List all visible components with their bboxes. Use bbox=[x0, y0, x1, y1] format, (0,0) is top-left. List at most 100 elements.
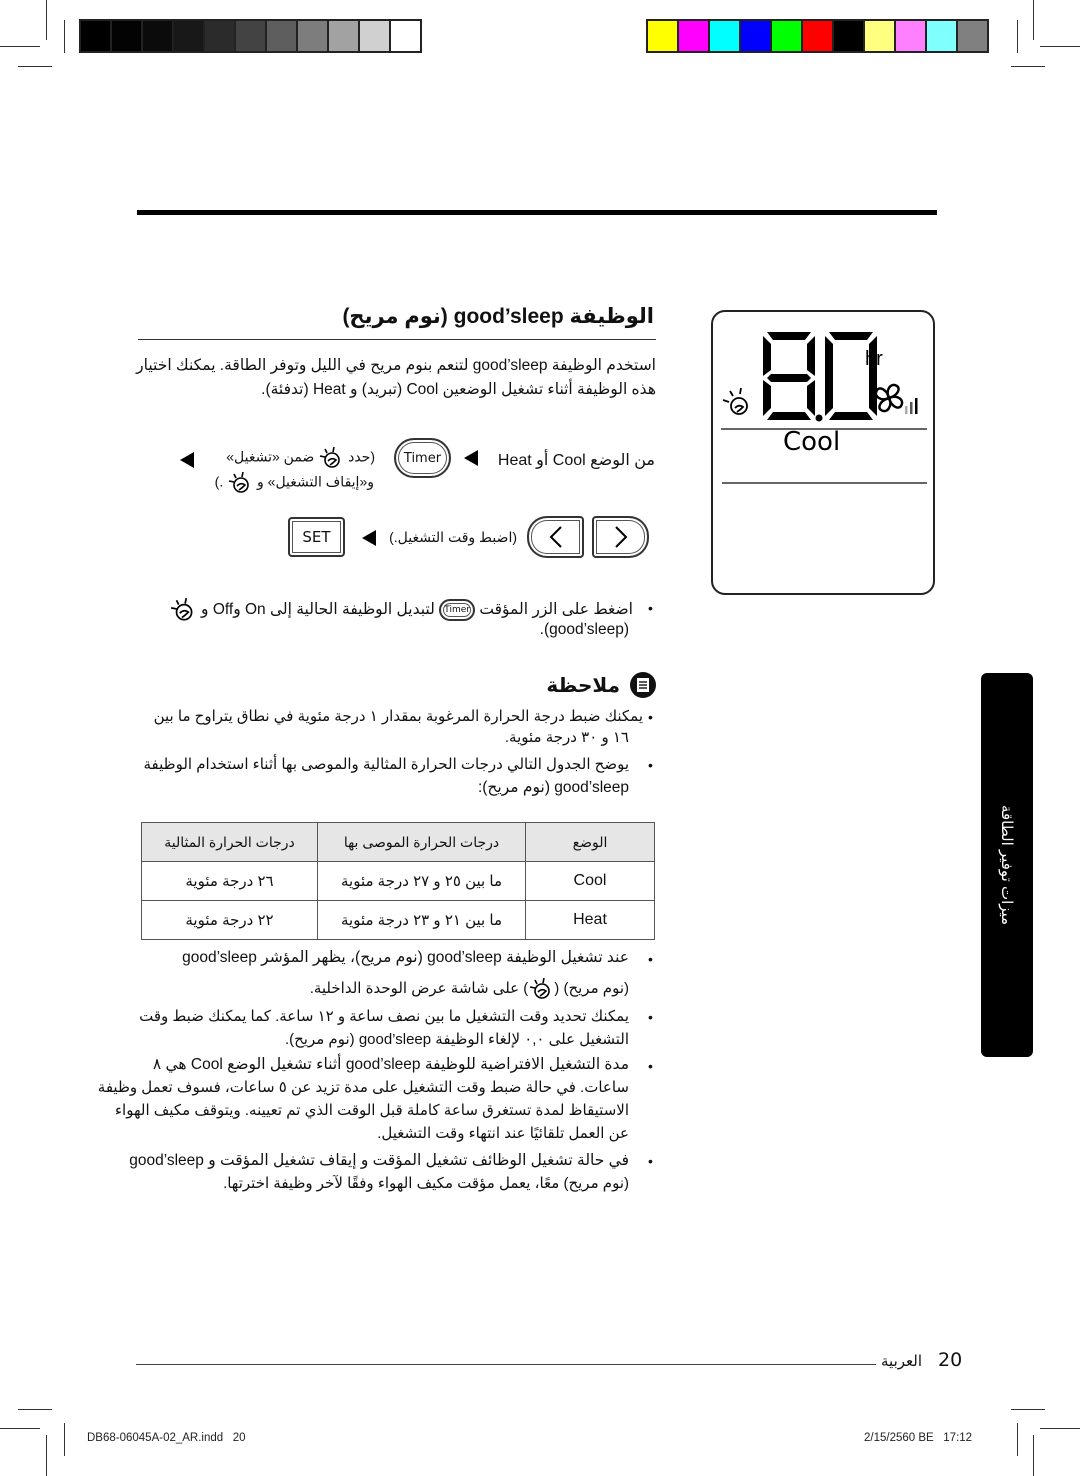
good-sleep-icon bbox=[318, 446, 344, 469]
bullet-line: (نوم مريح) () على شاشة عرض الوحدة الداخل… bbox=[310, 977, 629, 1000]
bullet-line: مدة التشغيل الافتراضية للوظيفة good’slee… bbox=[152, 1056, 629, 1073]
gray-swatch bbox=[143, 21, 172, 51]
crop-mark bbox=[1033, 0, 1034, 40]
crop-mark bbox=[1011, 66, 1045, 67]
intro-paragraph: استخدم الوظيفة good’sleep لتنعم بنوم مري… bbox=[136, 357, 656, 398]
color-swatch bbox=[958, 21, 987, 51]
bullet: • bbox=[648, 1153, 653, 1169]
color-swatch bbox=[865, 21, 894, 51]
table-row: Heat ما بين ٢١ و ٢٣ درجة مئوية ٢٢ درجة م… bbox=[141, 900, 655, 940]
hr-unit-label: hr bbox=[865, 348, 883, 370]
color-swatch bbox=[710, 21, 739, 51]
note-bullet-line: ١٦ و ٣٠ درجة مئوية. bbox=[504, 729, 629, 746]
color-calibration-bar bbox=[646, 19, 989, 53]
set-button-label: SET bbox=[302, 528, 331, 546]
bullet: • bbox=[648, 757, 653, 773]
color-swatch bbox=[896, 21, 925, 51]
color-swatch bbox=[834, 21, 863, 51]
chapter-side-tab: ميزات توفير الطاقة bbox=[981, 673, 1033, 1057]
timer-button[interactable]: Timer bbox=[394, 438, 451, 478]
chevron-left-icon bbox=[549, 526, 562, 548]
good-sleep-icon bbox=[169, 597, 197, 622]
bullet: • bbox=[648, 1058, 653, 1074]
crop-mark bbox=[64, 1423, 65, 1456]
footer-rule bbox=[136, 1364, 876, 1365]
crop-mark bbox=[1017, 20, 1018, 53]
bullet-line: ساعات. في حالة ضبط وقت التشغيل على مدة ت… bbox=[97, 1079, 629, 1096]
crop-mark bbox=[1040, 1428, 1080, 1429]
table-header: درجات الحرارة المثالية bbox=[141, 822, 318, 862]
bullet-line: التشغيل على ٠,٠ لإلغاء الوظيفة good’slee… bbox=[284, 1031, 629, 1048]
file-slug: DB68-06045A-02_AR.indd 20 bbox=[87, 1432, 246, 1444]
top-rule bbox=[137, 210, 937, 215]
timer-button-inline: Timer bbox=[439, 599, 476, 621]
chevron-right-icon bbox=[614, 526, 627, 548]
note-icon bbox=[630, 672, 656, 698]
crop-mark bbox=[64, 20, 65, 53]
color-swatch bbox=[927, 21, 956, 51]
bullet-line: يمكنك تحديد وقت التشغيل ما بين نصف ساعة … bbox=[139, 1008, 629, 1025]
table-cell: ٢٢ درجة مئوية bbox=[141, 900, 318, 940]
bullet: • bbox=[648, 1009, 653, 1025]
table-cell: ٢٦ درجة مئوية bbox=[141, 861, 318, 901]
gray-swatch bbox=[174, 21, 203, 51]
arrow-icon bbox=[362, 530, 376, 546]
step2-text: (اضبط وقت التشغيل.) bbox=[389, 529, 517, 545]
seven-segment-digit-0 bbox=[825, 332, 877, 420]
seven-segment-digit-8 bbox=[763, 332, 815, 420]
page-language: العربية bbox=[881, 1352, 922, 1370]
grayscale-calibration-bar bbox=[79, 19, 422, 53]
mode-label: Cool bbox=[783, 427, 840, 457]
crop-mark bbox=[1011, 1409, 1045, 1410]
set-button[interactable]: SET bbox=[288, 517, 345, 557]
side-tab-label: ميزات توفير الطاقة bbox=[998, 804, 1015, 926]
gray-swatch bbox=[236, 21, 265, 51]
table-header: درجات الحرارة الموصى بها bbox=[317, 822, 526, 862]
color-swatch bbox=[803, 21, 832, 51]
table-header: الوضع bbox=[525, 822, 655, 862]
color-swatch bbox=[679, 21, 708, 51]
crop-mark bbox=[0, 1428, 40, 1429]
table-cell: ما بين ٢٥ و ٢٧ درجة مئوية bbox=[317, 861, 526, 901]
crop-mark bbox=[1017, 1423, 1018, 1456]
note-bullet-line: good’sleep (نوم مريح): bbox=[477, 779, 629, 796]
remote-display: hr Cool bbox=[711, 310, 935, 595]
crop-mark bbox=[46, 1435, 47, 1476]
right-arrow-button[interactable] bbox=[592, 516, 649, 558]
table-cell: ما بين ٢١ و ٢٣ درجة مئوية bbox=[317, 900, 526, 940]
temperature-table: الوضع درجات الحرارة الموصى بها درجات الح… bbox=[141, 822, 655, 940]
fan-icon bbox=[874, 383, 904, 413]
crop-mark bbox=[18, 1409, 52, 1410]
gray-swatch bbox=[267, 21, 296, 51]
color-swatch bbox=[772, 21, 801, 51]
decimal-point bbox=[815, 414, 823, 422]
crop-mark bbox=[1033, 1435, 1034, 1476]
color-swatch bbox=[648, 21, 677, 51]
note-bullet-line: يمكنك ضبط درجة الحرارة المرغوبة بمقدار ١… bbox=[153, 708, 643, 725]
gray-swatch bbox=[391, 21, 420, 51]
bullet-line: في حالة تشغيل الوظائف تشغيل المؤقت و إيق… bbox=[129, 1152, 629, 1169]
timer-button-label: Timer bbox=[403, 450, 442, 466]
bullet-line: عند تشغيل الوظيفة good’sleep (نوم مريح)،… bbox=[182, 949, 629, 966]
gray-swatch bbox=[81, 21, 110, 51]
arrow-icon bbox=[464, 450, 478, 466]
crop-mark bbox=[18, 66, 52, 67]
left-arrow-button[interactable] bbox=[527, 516, 584, 558]
bullet-line: (نوم مريح) معًا، يعمل مؤقت مكيف الهواء و… bbox=[223, 1175, 629, 1192]
good-sleep-icon bbox=[227, 471, 253, 494]
press-note-line2: (good’sleep). bbox=[539, 621, 629, 638]
press-note-line1: اضغط على الزر المؤقت Timer لتبديل الوظيف… bbox=[169, 597, 633, 622]
page-number: 20 bbox=[938, 1349, 963, 1371]
bullet-line: الاستيقاظ لمدة تستغرق ساعة كاملة قبل الو… bbox=[114, 1102, 629, 1119]
step1-select-text: (حدد ضمن «تشغيل» bbox=[226, 446, 375, 469]
arrow-icon bbox=[180, 452, 194, 468]
bullet: • bbox=[648, 951, 653, 967]
bullet: • bbox=[648, 709, 653, 725]
step1-select-text-line2: و«إيقاف التشغيل» و .) bbox=[215, 471, 374, 494]
color-swatch bbox=[741, 21, 770, 51]
table-header-row: الوضع درجات الحرارة الموصى بها درجات الح… bbox=[141, 822, 655, 862]
fan-speed-bars-icon bbox=[905, 398, 918, 414]
gray-swatch bbox=[112, 21, 141, 51]
table-cell-mode: Heat bbox=[525, 900, 655, 940]
table-row: Cool ما بين ٢٥ و ٢٧ درجة مئوية ٢٦ درجة م… bbox=[141, 861, 655, 901]
